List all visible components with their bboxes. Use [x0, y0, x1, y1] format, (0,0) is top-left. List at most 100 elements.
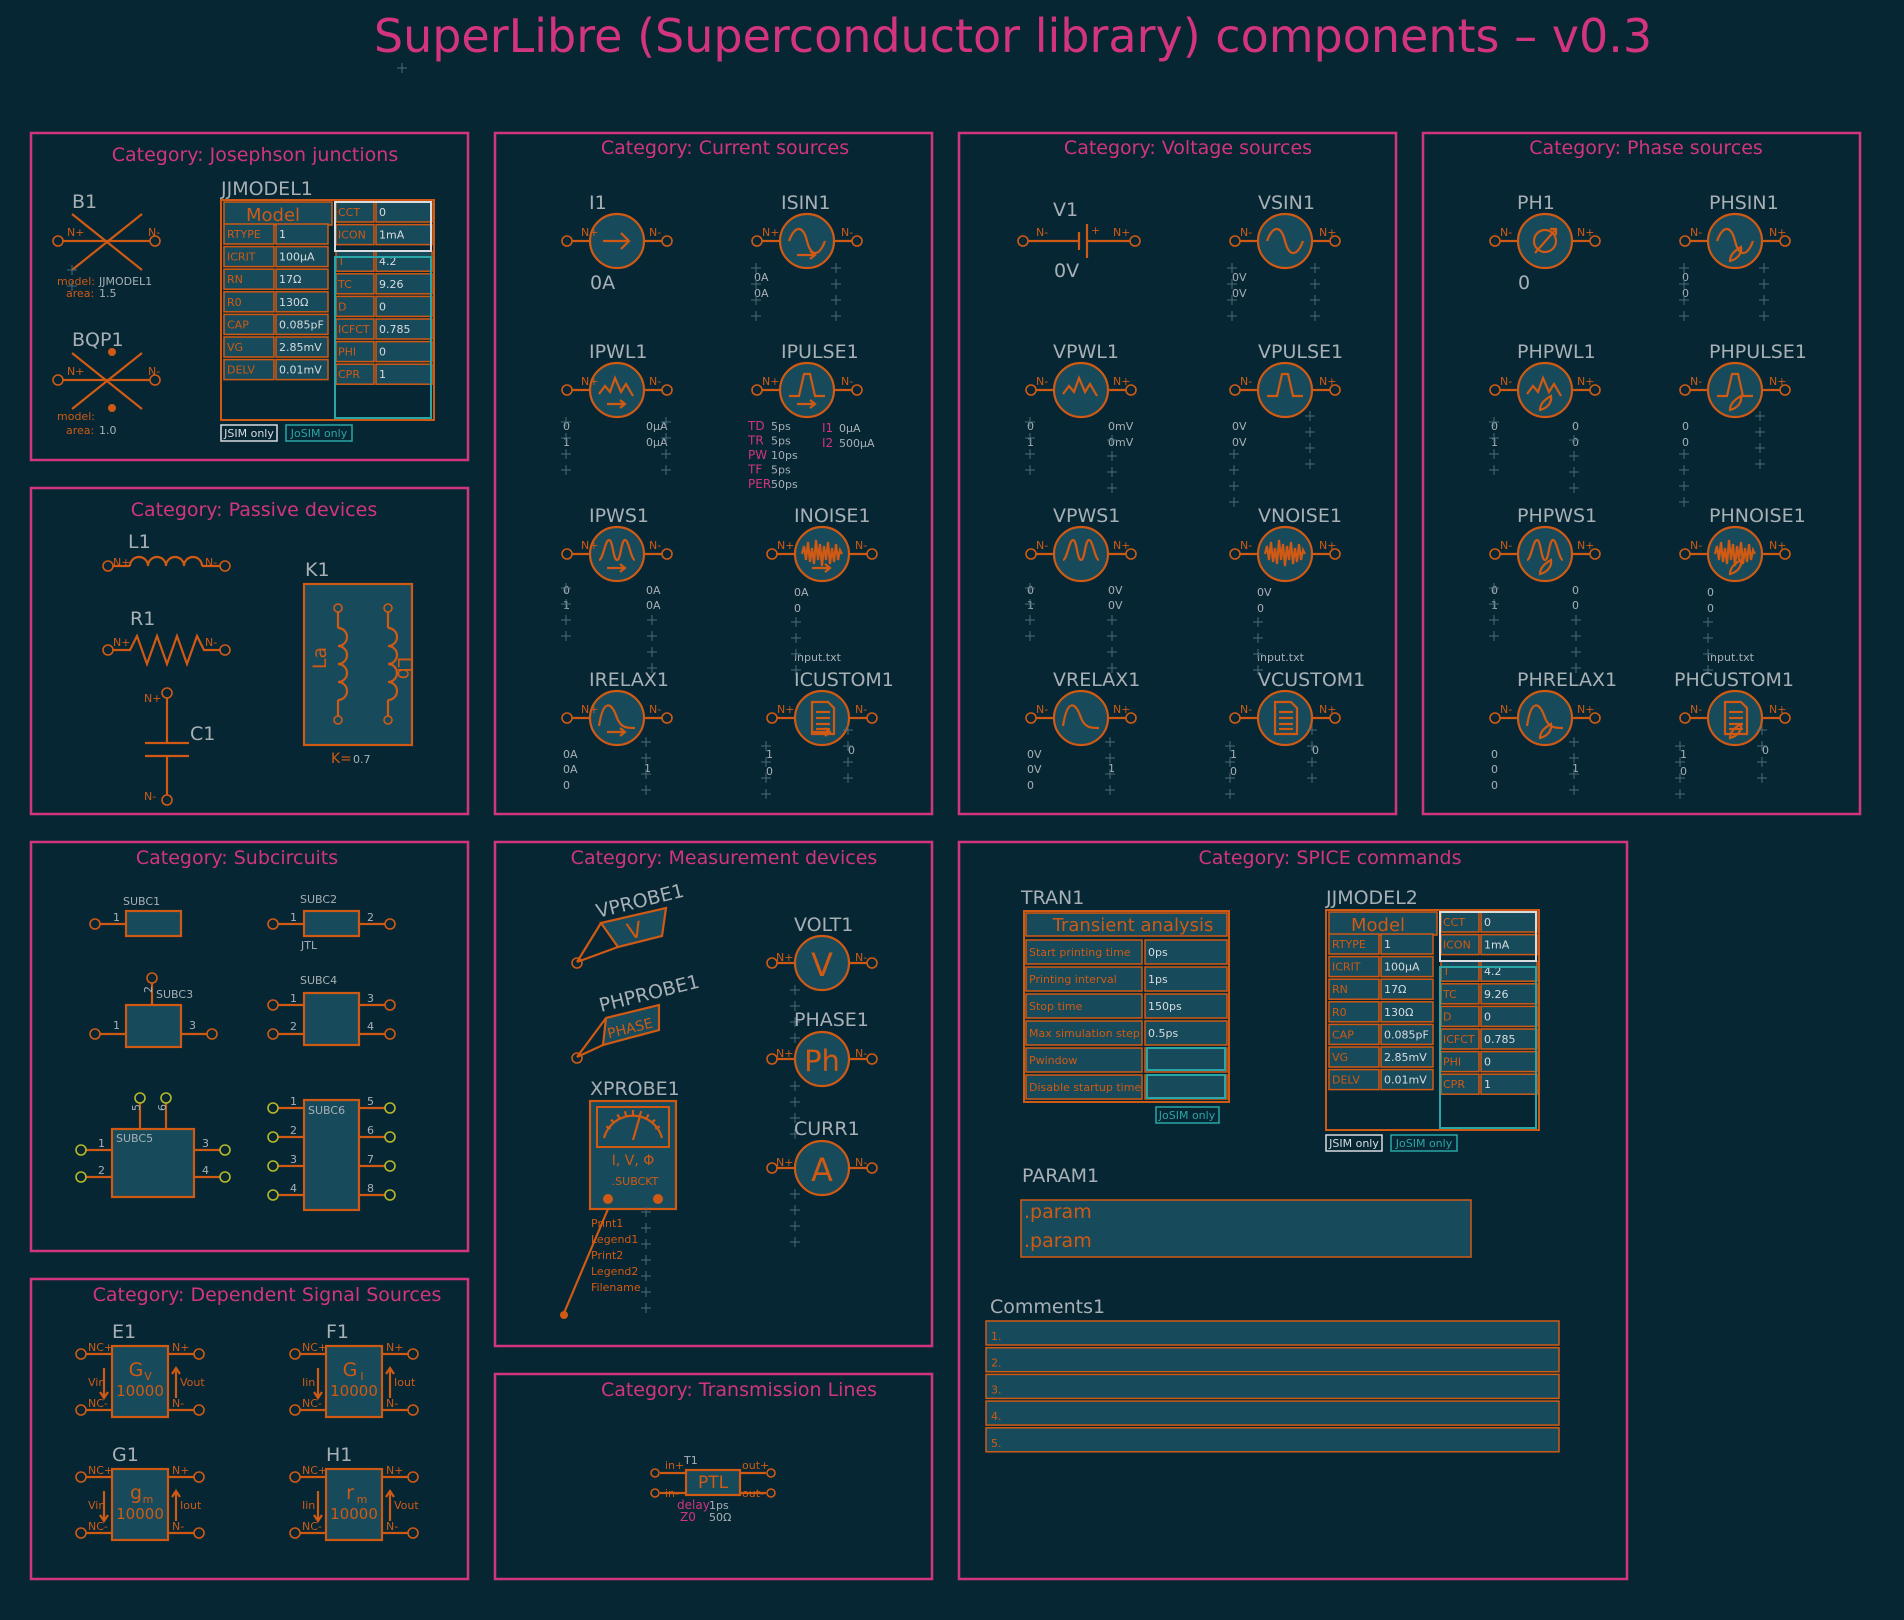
comment-line[interactable]: 2. [985, 1346, 1560, 1373]
model-param-row: TC 9.26 [1440, 983, 1538, 1005]
probe-vprobe1[interactable]: VPROBE1 V [571, 880, 686, 969]
subcircuit-subc4[interactable]: SUBC4 1 2 3 4 [267, 974, 396, 1047]
jjmodel2-table[interactable]: JJMODEL2 Model RTYPE 1 ICRIT 100µA RN 17Ω R0 13… [1325, 887, 1540, 1152]
source-phcustom1[interactable]: PHCUSTOM1 N- N+ 10 0 [1674, 669, 1794, 799]
tline-t1[interactable]: T1 PTL in+ in- out+ out- delay 1ps Z0 50… [650, 1454, 776, 1524]
jjmodel1-table[interactable]: JJMODEL1 Model RTYPE 1 ICRIT 100µA RN 17Ω R0 13… [220, 178, 435, 442]
category-title-dependent: Category: Dependent Signal Sources [93, 1284, 442, 1306]
source-v1[interactable]: V1 N- N+ + 0V [1017, 199, 1141, 282]
source-phpws1[interactable]: PHPWS1 N-N+ 01 00 [1488, 505, 1602, 673]
svg-text:Stop time: Stop time [1029, 1000, 1083, 1013]
inductor-l1[interactable]: L1 N+ N- [102, 531, 231, 572]
svg-text:PHI: PHI [338, 346, 356, 359]
meter-curr1[interactable]: CURR1 A N+ N- [765, 1118, 879, 1247]
svg-text:N-: N- [1240, 703, 1252, 716]
source-vnoise1[interactable]: VNOISE1 N- N+ 0V 0 input.txt [1228, 505, 1342, 675]
probe-xprobe1[interactable]: XPROBE1 I, V, Φ .SUBCKT Print1 Legend1 Pri… [560, 1078, 680, 1319]
coupled-inductors-k1[interactable]: K1 La Lb K= 0.7 [302, 559, 415, 767]
svg-text:N-: N- [172, 1520, 184, 1533]
source-isin1[interactable]: ISIN1 N+ N- 0A0A [750, 192, 864, 321]
svg-text:1: 1 [1572, 762, 1579, 775]
svg-text:0: 0 [1572, 436, 1579, 449]
source-vpulse1[interactable]: VPULSE1 N- N+ 0V 0V [1228, 341, 1343, 507]
svg-text:ICFCT: ICFCT [1443, 1033, 1475, 1046]
svg-text:SUBC1: SUBC1 [123, 895, 160, 908]
svg-text:0: 0 [1682, 287, 1689, 300]
source-vsin1[interactable]: VSIN1 N- N+ 0V 0V [1227, 192, 1342, 321]
comment-line[interactable]: 1. [985, 1320, 1560, 1346]
svg-text:NC-: NC- [302, 1520, 322, 1533]
svg-text:0.5ps: 0.5ps [1148, 1027, 1178, 1040]
category-title-phase: Category: Phase sources [1529, 137, 1763, 159]
svg-text:130Ω: 130Ω [1384, 1006, 1413, 1019]
svg-text:10000: 10000 [330, 1505, 378, 1523]
svg-text:VCUSTOM1: VCUSTOM1 [1258, 669, 1365, 691]
dependent-source-vcvs-e1[interactable]: E1NC+ N+NC- N-Vin VoutG V10000 [75, 1321, 205, 1419]
svg-text:SUBC2: SUBC2 [300, 893, 337, 906]
source-icustom1[interactable]: ICUSTOM1 N+ N- 10 0 [761, 669, 894, 799]
svg-text:N+: N+ [172, 1341, 189, 1354]
probe-phprobe1[interactable]: PHPROBE1 PHASE [571, 971, 702, 1064]
svg-text:VG: VG [227, 341, 243, 354]
model-param-row: VG 2.85mV [1328, 1046, 1434, 1068]
svg-text:Vin: Vin [88, 1376, 105, 1389]
subcircuit-subc2[interactable]: SUBC2 1 2 JTL [267, 893, 396, 952]
model-param-row: ICFCT 0.785 [1440, 1028, 1538, 1050]
svg-text:0: 0 [766, 765, 773, 778]
svg-text:1: 1 [1484, 1078, 1491, 1091]
source-vcustom1[interactable]: VCUSTOM1 N- N+ 10 0 [1225, 669, 1365, 799]
source-phpwl1[interactable]: PHPWL1 N-N+ 01 00 [1488, 341, 1602, 493]
svg-text:CPR: CPR [338, 368, 360, 381]
dependent-source-ccvs-h1[interactable]: H1NC+ N+NC- N-Iin Voutr m10000 [289, 1444, 419, 1542]
subcircuit-subc1[interactable]: SUBC1 1 [89, 895, 183, 938]
svg-text:out-: out- [742, 1487, 764, 1500]
source-phnoise1[interactable]: PHNOISE1 N- N+ 0 0 input.txt [1678, 505, 1806, 675]
source-vrelax1[interactable]: VRELAX1 N- N+ 0V 0V 0 1 [1024, 669, 1140, 795]
svg-text:IPWS1: IPWS1 [589, 505, 649, 527]
source-phsin1[interactable]: PHSIN1 N- N+ 0 0 [1678, 192, 1792, 321]
source-phrelax1[interactable]: PHRELAX1 N- N+ 0 0 0 1 [1488, 669, 1617, 795]
comment-line[interactable]: 4. [985, 1400, 1560, 1426]
svg-text:0.785: 0.785 [1484, 1033, 1516, 1046]
model-param-row: PHI 0 [335, 340, 433, 363]
svg-text:SUBC6: SUBC6 [308, 1104, 345, 1117]
dependent-source-cccs-f1[interactable]: F1NC+ N+NC- N-Iin IoutG I10000 [289, 1321, 419, 1419]
svg-text:130Ω: 130Ω [279, 296, 308, 309]
source-ipws1[interactable]: IPWS1 N+N- 01 0A0A [560, 505, 674, 673]
source-irelax1[interactable]: IRELAX1 N+ N- 0A 0A 0 1 [560, 669, 674, 795]
spice-comments1[interactable]: Comments1 1. 2. 3. 4. 5. [985, 1296, 1560, 1453]
source-ph1[interactable]: PH1 N- N+ 0 [1488, 192, 1602, 294]
svg-text:I2: I2 [822, 436, 833, 450]
junction-b1[interactable]: B1 N+ N- model: JJMODEL1 area: 1.5 [52, 191, 161, 300]
subcircuit-subc6[interactable]: SUBC6 1 5 2 6 3 7 4 8 [267, 1095, 396, 1212]
svg-text:VG: VG [1332, 1051, 1348, 1064]
dependent-source-vccs-g1[interactable]: G1NC+ N+NC- N-Vin Ioutg m10000 [75, 1444, 205, 1542]
model-param-row: CPR 1 [335, 363, 433, 385]
spice-tran1[interactable]: TRAN1 Transient analysis Start printing … [1020, 887, 1230, 1124]
svg-text:g: g [130, 1482, 142, 1504]
resistor-r1[interactable]: R1 N+ N- [102, 608, 231, 668]
subcircuit-subc3[interactable]: 2 SUBC3 1 3 [89, 972, 218, 1049]
source-vpwl1[interactable]: VPWL1 N-N+ 01 0mV0mV [1024, 341, 1138, 493]
source-ipulse1[interactable]: IPULSE1 N+ N- TD 5psTR 5psPW 10psTF 5psPER 50p… [747, 341, 875, 491]
svg-text:K=: K= [331, 751, 352, 767]
svg-text:ICRIT: ICRIT [227, 251, 256, 264]
svg-text:INOISE1: INOISE1 [794, 505, 871, 527]
source-phpulse1[interactable]: PHPULSE1 N- N+ 0 0 [1678, 341, 1807, 507]
source-inoise1[interactable]: INOISE1 N+ N- 0A 0 input.txt [765, 505, 879, 675]
model-param-row: R0 130Ω [223, 291, 329, 313]
junction-bqp1[interactable]: BQP1 N+ N- model: area: 1.0 [52, 329, 161, 437]
capacitor-c1[interactable]: N+ N- C1 [144, 687, 215, 806]
tran-param-row: Max simulation step 0.5ps [1025, 1020, 1228, 1046]
subcircuit-subc5[interactable]: SUBC5 5 6 1 2 3 4 [75, 1092, 231, 1199]
comment-line[interactable]: 5. [985, 1427, 1560, 1453]
svg-text:N-: N- [649, 226, 661, 239]
svg-text:2.85mV: 2.85mV [1384, 1051, 1427, 1064]
svg-text:7: 7 [367, 1153, 374, 1166]
spice-param1[interactable]: PARAM1 .param .param [1020, 1165, 1472, 1258]
source-vpws1[interactable]: VPWS1 N-N+ 01 0V0V [1024, 505, 1138, 673]
source-i1[interactable]: I1 N+ N- 0A [560, 192, 674, 294]
comment-line[interactable]: 3. [985, 1373, 1560, 1400]
source-ipwl1[interactable]: IPWL1 N+N- 01 0µA0µA [560, 341, 674, 475]
svg-text:0: 0 [1027, 779, 1034, 792]
